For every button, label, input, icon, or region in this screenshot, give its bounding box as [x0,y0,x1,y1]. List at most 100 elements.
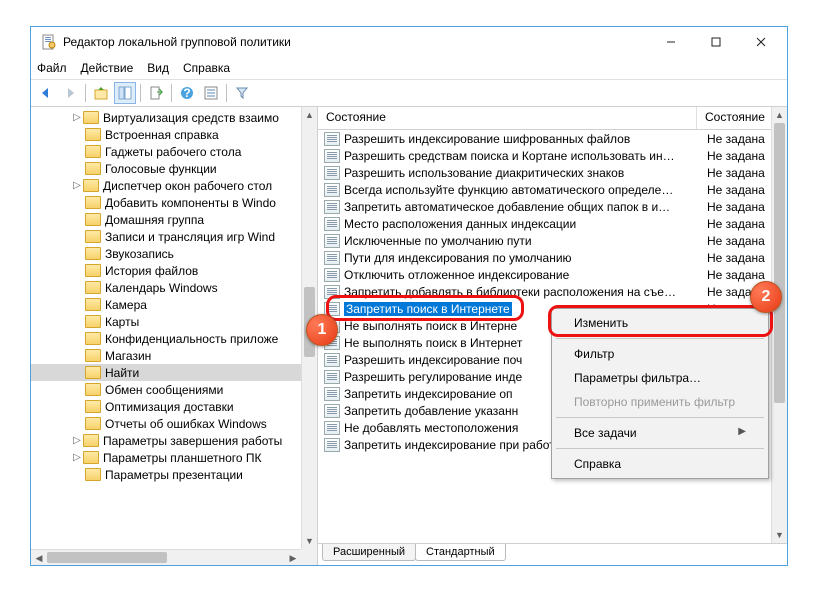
tree-item[interactable]: ▷ Виртуализация средств взаимо [31,109,301,126]
tree-item-label: Диспетчер окон рабочего стол [103,179,272,193]
folder-icon [85,281,101,294]
tree-item[interactable]: Отчеты об ошибках Windows [31,415,301,432]
list-row-label: Разрешить средствам поиска и Кортане исп… [344,149,703,163]
folder-icon [85,196,101,209]
policy-icon [324,149,340,163]
tab-standard[interactable]: Стандартный [415,544,506,561]
tree-item-label: История файлов [105,264,198,278]
minimize-button[interactable] [648,28,693,56]
context-menu: Изменить Фильтр Параметры фильтра… Повто… [551,308,769,479]
tree-item-label: Отчеты об ошибках Windows [105,417,267,431]
folder-icon [85,145,101,158]
policy-icon [324,132,340,146]
policy-icon [324,166,340,180]
policy-icon [324,421,340,435]
back-button[interactable] [35,82,57,104]
policy-icon [324,183,340,197]
properties-button[interactable] [200,82,222,104]
tree-pane: ▷ Виртуализация средств взаимо Встроенная … [31,107,318,565]
policy-icon [324,404,340,418]
ctx-help[interactable]: Справка [554,452,766,476]
help-button[interactable]: ? [176,82,198,104]
list-row[interactable]: Разрешить индексирование шифрованных фай… [318,130,787,147]
tab-extended[interactable]: Расширенный [322,544,416,561]
list-row[interactable]: Разрешить средствам поиска и Кортане исп… [318,147,787,164]
list-row[interactable]: Место расположения данных индексацииНе з… [318,215,787,232]
tree-item-label: Параметры планшетного ПК [103,451,262,465]
tree-item[interactable]: Конфиденциальность приложе [31,330,301,347]
tree-item[interactable]: Обмен сообщениями [31,381,301,398]
tree-item[interactable]: История файлов [31,262,301,279]
ctx-edit[interactable]: Изменить [554,311,766,335]
folder-icon [85,417,101,430]
tree-scrollbar-h[interactable]: ◀ ▶ [31,549,301,565]
tree-item[interactable]: Встроенная справка [31,126,301,143]
tree-item[interactable]: Оптимизация доставки [31,398,301,415]
list-header: Состояние Состояние [318,107,787,130]
list-row[interactable]: Всегда используйте функцию автоматическо… [318,181,787,198]
menu-help[interactable]: Справка [183,61,230,75]
tree[interactable]: ▷ Виртуализация средств взаимо Встроенная … [31,107,301,549]
expand-icon[interactable]: ▷ [71,112,83,123]
tree-item[interactable]: Добавить компоненты в Windo [31,194,301,211]
tree-item[interactable]: Магазин [31,347,301,364]
up-button[interactable] [90,82,112,104]
tree-item[interactable]: Найти [31,364,301,381]
ctx-filter[interactable]: Фильтр [554,342,766,366]
tree-item[interactable]: Камера [31,296,301,313]
tree-item-label: Добавить компоненты в Windo [105,196,276,210]
tree-item-label: Магазин [105,349,151,363]
menu-file[interactable]: Файл [37,61,67,75]
folder-icon [85,366,101,379]
close-button[interactable] [738,28,783,56]
tree-item-label: Найти [105,366,139,380]
ctx-filter-params[interactable]: Параметры фильтра… [554,366,766,390]
folder-icon [85,315,101,328]
tree-item-label: Параметры завершения работы [103,434,282,448]
column-name[interactable]: Состояние [318,107,697,129]
list-row[interactable]: Отключить отложенное индексированиеНе за… [318,266,787,283]
tree-item-label: Встроенная справка [105,128,219,142]
tree-item[interactable]: Домашняя группа [31,211,301,228]
badge-2: 2 [750,281,782,313]
expand-icon[interactable]: ▷ [71,180,83,191]
tree-item[interactable]: Записи и трансляция игр Wind [31,228,301,245]
tree-item-label: Камера [105,298,147,312]
list-row[interactable]: Исключенные по умолчанию путиНе задана [318,232,787,249]
tree-item-label: Виртуализация средств взаимо [103,111,279,125]
folder-icon [83,451,99,464]
tree-item[interactable]: Голосовые функции [31,160,301,177]
list-row[interactable]: Запретить автоматическое добавление общи… [318,198,787,215]
menu-action[interactable]: Действие [81,61,134,75]
list-row-label: Запретить добавлять в библиотеки располо… [344,285,703,299]
list-scrollbar-v[interactable]: ▲ ▼ [771,107,787,543]
tree-item[interactable]: Звукозапись [31,245,301,262]
expand-icon[interactable]: ▷ [71,435,83,446]
list-row[interactable]: Пути для индексирования по умолчаниюНе з… [318,249,787,266]
tree-item[interactable]: Параметры презентации [31,466,301,483]
tree-item-label: Карты [105,315,139,329]
show-tree-button[interactable] [114,82,136,104]
list-row[interactable]: Разрешить использование диакритических з… [318,164,787,181]
tree-item[interactable]: Календарь Windows [31,279,301,296]
maximize-button[interactable] [693,28,738,56]
list-row[interactable]: Запретить добавлять в библиотеки располо… [318,283,787,300]
tree-item[interactable]: ▷ Параметры планшетного ПК [31,449,301,466]
ctx-all-tasks[interactable]: Все задачи▶ [554,421,766,445]
window-title: Редактор локальной групповой политики [63,35,648,49]
filter-button[interactable] [231,82,253,104]
expand-icon[interactable]: ▷ [71,452,83,463]
tree-item-label: Оптимизация доставки [105,400,234,414]
gpedit-window: Редактор локальной групповой политики Фа… [30,26,788,566]
tree-item[interactable]: Карты [31,313,301,330]
forward-button[interactable] [59,82,81,104]
badge-1: 1 [306,314,338,346]
folder-icon [85,383,101,396]
list-row-label: Разрешить индексирование шифрованных фай… [344,132,703,146]
tree-item[interactable]: ▷ Диспетчер окон рабочего стол [31,177,301,194]
tree-item[interactable]: ▷ Параметры завершения работы [31,432,301,449]
tree-item-label: Параметры презентации [105,468,243,482]
tree-item[interactable]: Гаджеты рабочего стола [31,143,301,160]
menu-view[interactable]: Вид [147,61,169,75]
export-button[interactable] [145,82,167,104]
